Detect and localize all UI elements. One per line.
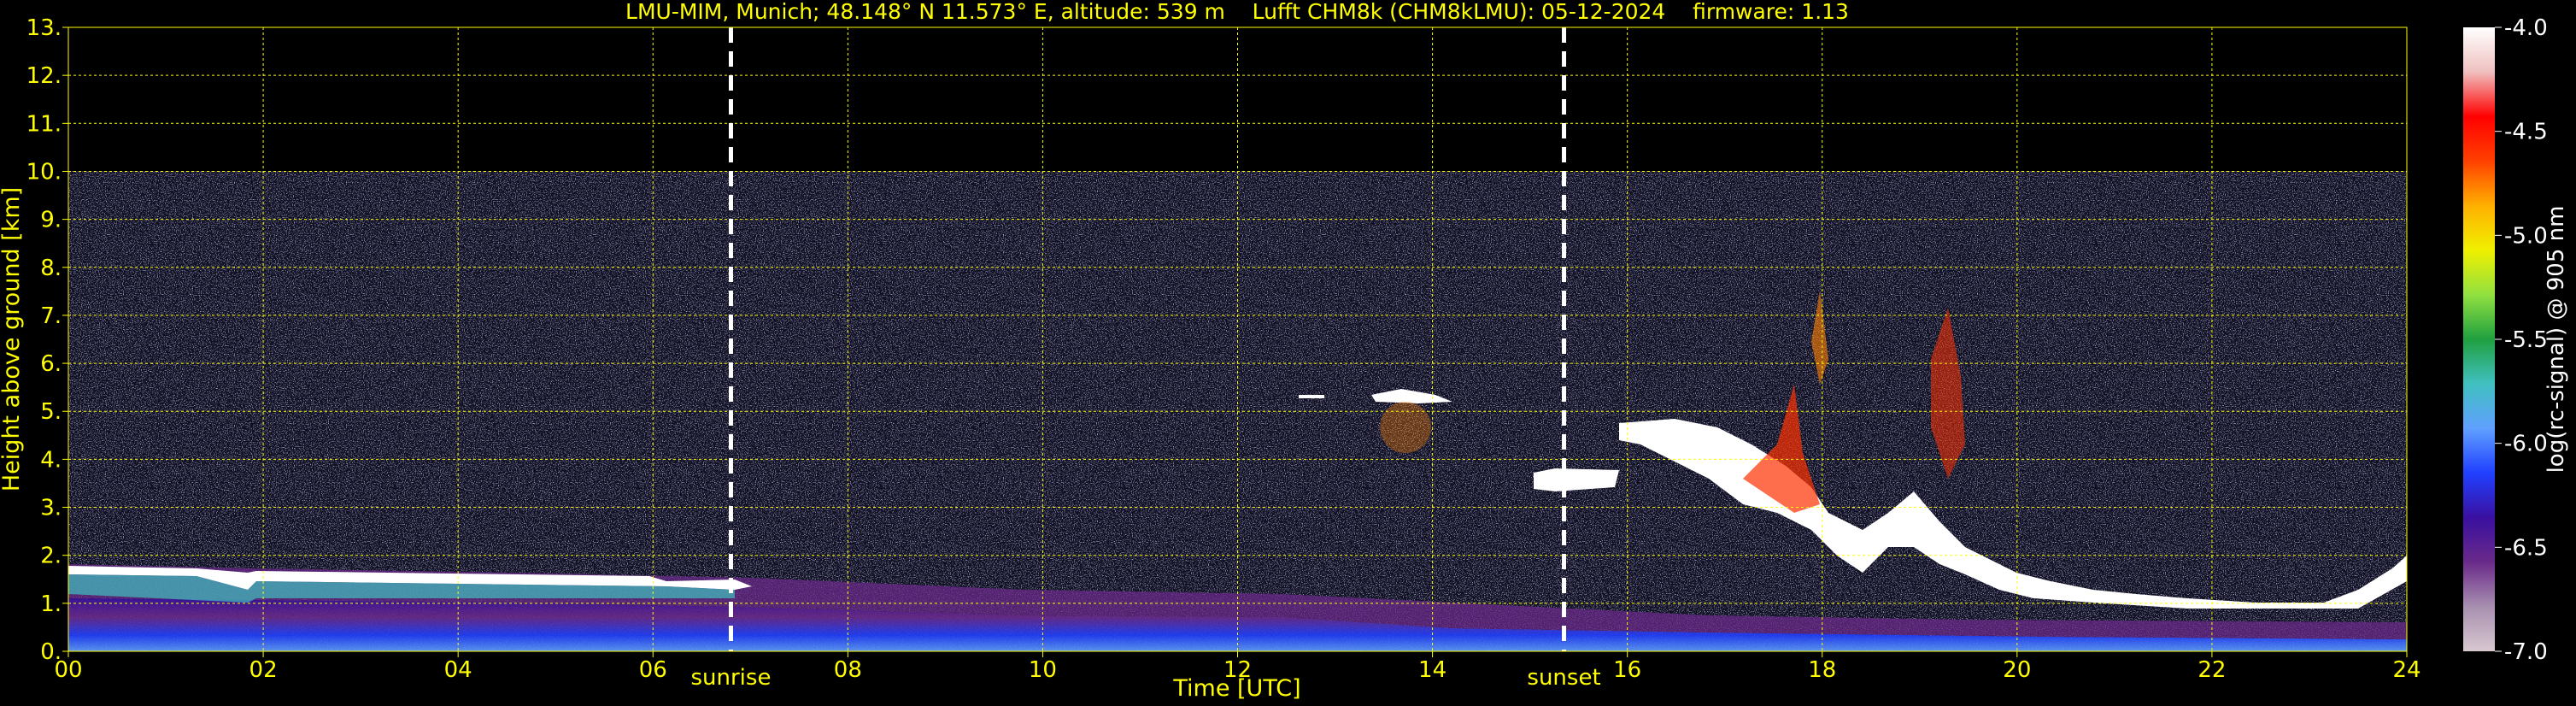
mid-cloud-virga xyxy=(1380,402,1431,453)
colorbar-tick-label: -4.5 xyxy=(2504,120,2548,145)
colorbar-tick-label: -5.5 xyxy=(2504,327,2548,353)
x-tick-label: 18 xyxy=(1808,657,1836,683)
y-tick-label: 8. xyxy=(40,256,62,281)
colorbar-tick-label: -5.0 xyxy=(2504,223,2548,249)
sunrise-label: sunrise xyxy=(690,665,771,691)
x-tick-label: 04 xyxy=(444,657,472,683)
y-tick-label: 3. xyxy=(40,496,62,521)
x-tick-label: 24 xyxy=(2392,657,2421,683)
x-tick-label: 10 xyxy=(1029,657,1057,683)
x-axis-label: Time [UTC] xyxy=(1172,675,1300,702)
chart-title: LMU-MIM, Munich; 48.148° N 11.573° E, al… xyxy=(625,0,1849,24)
x-tick-label: 08 xyxy=(834,657,862,683)
y-tick-label: 12. xyxy=(26,63,62,89)
y-tick-label: 2. xyxy=(40,544,62,569)
y-tick-label: 9. xyxy=(40,208,62,233)
sunset-label: sunset xyxy=(1527,665,1600,691)
y-tick-label: 5. xyxy=(40,399,62,425)
y-tick-label: 1. xyxy=(40,591,62,617)
x-tick-label: 20 xyxy=(2003,657,2031,683)
colorbar xyxy=(2463,27,2495,651)
colorbar-label: log(rc-signal) @ 905 nm xyxy=(2544,206,2569,474)
y-axis-label: Height above ground [km] xyxy=(0,187,25,491)
y-tick-label: 13. xyxy=(26,15,62,41)
colorbar-tick-label: -4.0 xyxy=(2504,15,2548,41)
y-tick-label: 6. xyxy=(40,351,62,377)
x-tick-label: 02 xyxy=(249,657,278,683)
colorbar-tick-label: -6.0 xyxy=(2504,432,2548,457)
small-echo xyxy=(1299,395,1324,398)
x-tick-label: 22 xyxy=(2198,657,2226,683)
x-tick-label: 14 xyxy=(1418,657,1446,683)
colorbar-tick-label: -6.5 xyxy=(2504,535,2548,561)
y-axis: 0. 1. 2. 3. 4. 5. 6. 7. 8. 9. 10. 11. 12. 13. xyxy=(26,15,68,665)
y-tick-label: 4. xyxy=(40,447,62,473)
y-tick-label: 7. xyxy=(40,303,62,329)
y-tick-label: 10. xyxy=(26,159,62,185)
x-tick-label: 06 xyxy=(639,657,667,683)
y-tick-label: 11. xyxy=(26,111,62,137)
colorbar-tick-label: -7.0 xyxy=(2504,639,2548,665)
y-tick-label: 0. xyxy=(40,639,62,665)
colorbar-ticks: -4.0 -4.5 -5.0 -5.5 -6.0 -6.5 -7.0 xyxy=(2495,15,2548,665)
ceilometer-plot: 00 02 04 06 08 10 12 14 16 18 20 22 24 0.1.2.3.4.5.6… xyxy=(0,0,2569,702)
x-tick-label: 16 xyxy=(1613,657,1641,683)
